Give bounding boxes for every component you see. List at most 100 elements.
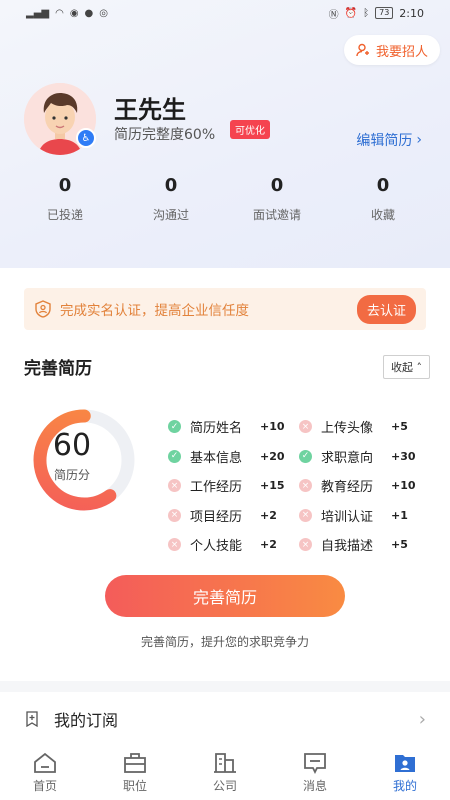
status-time: 2:10 [399, 6, 424, 20]
stat-interviews[interactable]: 0 面试邀请 [224, 175, 330, 223]
resume-item-points: +10 [391, 479, 416, 493]
resume-item[interactable]: × 教育经历 +10 [299, 476, 430, 495]
resume-item-name: 个人技能 [190, 539, 243, 555]
resume-item[interactable]: × 培训认证 +1 [299, 506, 430, 525]
stat-label: 沟通过 [152, 208, 189, 222]
resume-completeness: 简历完整度60% [114, 127, 216, 143]
resume-item[interactable]: ✓ 求职意向 +30 [299, 447, 430, 466]
cross-circle-icon: × [299, 508, 312, 522]
resume-items-grid: ✓ 简历姓名 +10 × 上传头像 +5 ✓ 基本信息 +20 ✓ 求职意向 +30 × 工作经历 +15 ×… [168, 412, 438, 560]
resume-item-name: 项目经历 [190, 509, 243, 525]
tab-label: 消息 [302, 779, 327, 793]
cross-circle-icon: × [299, 479, 312, 493]
resume-item[interactable]: ✓ 简历姓名 +10 [168, 417, 299, 436]
home-icon [34, 752, 56, 773]
resume-item[interactable]: × 个人技能 +2 [168, 535, 299, 554]
tab-profile[interactable]: 我的 [360, 746, 450, 800]
resume-item-points: +2 [260, 508, 277, 522]
cross-circle-icon: × [299, 538, 312, 552]
stat-value: 0 [164, 175, 178, 196]
bottom-tab-bar: 首页 职位 公司 消息 我的 [0, 746, 450, 800]
verification-notice: 完成实名认证，提高企业信任度 去认证 [24, 288, 426, 330]
resume-item-points: +1 [391, 508, 408, 522]
resume-item[interactable]: × 项目经历 +2 [168, 506, 299, 525]
stat-value: 0 [58, 175, 72, 196]
resume-score: 60 [52, 428, 92, 463]
tab-label: 职位 [122, 779, 147, 793]
stat-communicated[interactable]: 0 沟通过 [118, 175, 224, 223]
compass-icon: ◎ [99, 7, 109, 19]
resume-item-points: +10 [260, 420, 285, 434]
resume-item-points: +5 [391, 538, 408, 552]
user-recruit-icon [356, 43, 369, 57]
resume-item-name: 基本信息 [190, 450, 243, 466]
recruit-button[interactable]: 我要招人 [343, 35, 440, 65]
eye-icon: ◉ [69, 7, 79, 19]
chat-bubble-icon: ● [84, 7, 94, 19]
resume-item-points: +15 [260, 479, 285, 493]
cross-circle-icon: × [168, 479, 181, 493]
resume-item-points: +5 [391, 420, 408, 434]
tab-jobs[interactable]: 职位 [90, 746, 180, 800]
recruit-label: 我要招人 [375, 44, 428, 60]
resume-item-points: +30 [391, 449, 416, 463]
bluetooth-icon: ᛒ [363, 7, 370, 19]
resume-item[interactable]: × 自我描述 +5 [299, 535, 430, 554]
resume-item-name: 简历姓名 [190, 421, 243, 437]
alarm-icon: ⏰ [344, 7, 358, 19]
id-card-icon [35, 300, 51, 318]
complete-resume-button[interactable]: 完善简历 [105, 575, 345, 617]
tab-label: 我的 [392, 779, 417, 793]
status-bar: ▂▄▆ ◠ ◉ ● ◎ Ⓝ ⏰ ᛒ 73 2:10 [0, 0, 450, 26]
signal-icon: ▂▄▆ [26, 7, 50, 19]
my-subscription-row[interactable]: 我的订阅 › [0, 692, 450, 746]
profile-icon [395, 755, 415, 772]
resume-item-name: 培训认证 [321, 509, 374, 525]
tab-messages[interactable]: 消息 [270, 746, 360, 800]
stat-label: 收藏 [370, 208, 395, 222]
wifi-icon: ◠ [55, 7, 64, 19]
resume-item[interactable]: × 工作经历 +15 [168, 476, 299, 495]
resume-hint: 完善简历，提升您的求职竞争力 [140, 635, 309, 649]
stat-favorites[interactable]: 0 收藏 [330, 175, 436, 223]
resume-item-name: 求职意向 [321, 450, 374, 466]
resume-items-row: ✓ 简历姓名 +10 × 上传头像 +5 [168, 412, 438, 442]
message-icon [304, 753, 326, 774]
battery-icon: 73 [375, 7, 394, 19]
resume-item-name: 自我描述 [321, 539, 374, 555]
stat-value: 0 [376, 175, 390, 196]
briefcase-icon [124, 753, 146, 773]
resume-item-name: 工作经历 [190, 480, 243, 496]
section-title: 完善简历 [24, 359, 92, 379]
chevron-up-icon: ˄ [416, 361, 423, 374]
cross-circle-icon: × [168, 538, 181, 552]
stat-label: 面试邀请 [252, 208, 301, 222]
resume-item-points: +2 [260, 538, 277, 552]
resume-item-points: +20 [260, 449, 285, 463]
stat-applied[interactable]: 0 已投递 [12, 175, 118, 223]
verified-badge-icon: ♿ [76, 128, 96, 148]
resume-item[interactable]: × 上传头像 +5 [299, 417, 430, 436]
resume-items-row: × 项目经历 +2 × 培训认证 +1 [168, 501, 438, 531]
resume-item-name: 教育经历 [321, 480, 374, 496]
chevron-right-icon: › [418, 708, 426, 730]
cross-circle-icon: × [299, 420, 312, 434]
chevron-right-icon: › [416, 132, 422, 148]
tab-companies[interactable]: 公司 [180, 746, 270, 800]
resume-item-name: 上传头像 [321, 421, 374, 437]
edit-resume-link[interactable]: 编辑简历 › [356, 130, 422, 150]
notice-text: 完成实名认证，提高企业信任度 [60, 303, 249, 319]
resume-items-row: × 工作经历 +15 × 教育经历 +10 [168, 471, 438, 501]
tab-label: 首页 [32, 779, 57, 793]
cross-circle-icon: × [168, 508, 181, 522]
verify-button[interactable]: 去认证 [356, 294, 416, 324]
resume-item[interactable]: ✓ 基本信息 +20 [168, 447, 299, 466]
tab-home[interactable]: 首页 [0, 746, 90, 800]
check-circle-icon: ✓ [299, 449, 312, 463]
check-circle-icon: ✓ [168, 420, 181, 434]
subscription-label: 我的订阅 [54, 711, 119, 730]
collapse-button[interactable]: 收起 ˄ [383, 355, 430, 379]
user-name: 王先生 [114, 96, 186, 124]
collapse-label: 收起 [391, 361, 413, 374]
tab-label: 公司 [212, 779, 237, 793]
